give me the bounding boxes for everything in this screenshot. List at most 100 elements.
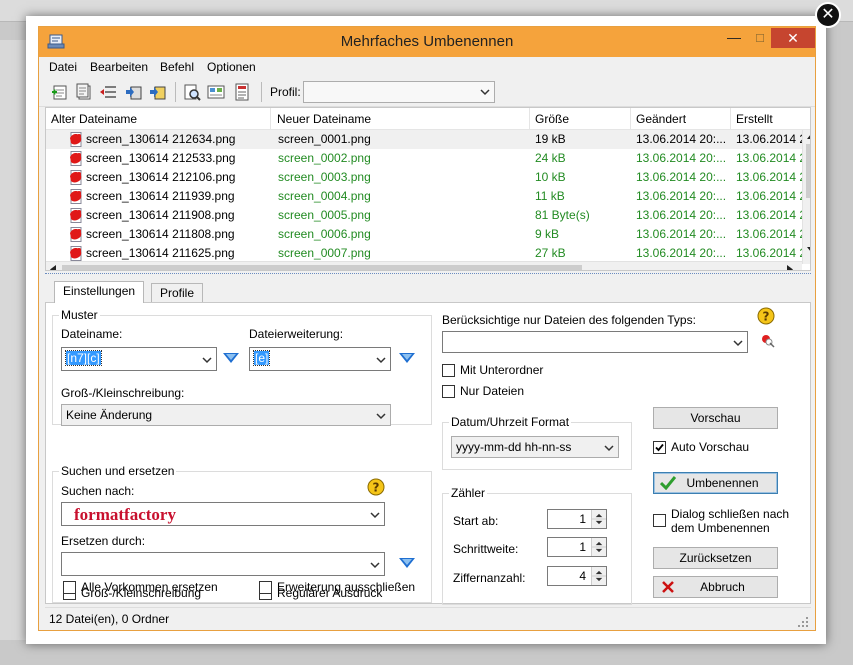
file-list[interactable]: Alter Dateiname Neuer Dateiname Größe Ge… — [45, 107, 811, 271]
start-stepper[interactable]: 1 — [547, 509, 607, 529]
stepper-arrows-icon[interactable] — [591, 510, 606, 528]
datetime-group: Datum/Uhrzeit Format yyyy-mm-dd hh-nn-ss — [442, 415, 632, 470]
filter-combo[interactable] — [442, 331, 748, 353]
table-row[interactable]: screen_130614 211808.png screen_0006.png 9… — [46, 225, 806, 244]
list-horizontal-scrollbar[interactable] — [46, 261, 802, 271]
column-size[interactable]: Größe — [530, 108, 631, 130]
case-value: Keine Änderung — [66, 408, 153, 422]
old-filename: screen_130614 212634.png — [86, 132, 236, 146]
chevron-down-icon[interactable] — [375, 354, 387, 366]
rename-window: Mehrfaches Umbenennen — ☐ ✕ Datei Bearbe… — [38, 26, 816, 631]
insert-replace-placeholder-icon[interactable] — [399, 558, 415, 568]
chevron-down-icon[interactable] — [603, 442, 615, 454]
digits-stepper[interactable]: 4 — [547, 566, 607, 586]
stepper-arrows-icon[interactable] — [591, 538, 606, 556]
exclude-extension-checkbox[interactable] — [259, 581, 272, 594]
files-only-checkbox[interactable] — [442, 385, 455, 398]
help-icon[interactable]: ? — [757, 307, 775, 325]
table-row[interactable]: screen_130614 211939.png screen_0004.png 1… — [46, 187, 806, 206]
menu-datei[interactable]: Datei — [49, 60, 77, 74]
auto-preview-checkbox[interactable] — [653, 441, 666, 454]
column-modified[interactable]: Geändert — [631, 108, 731, 130]
chevron-down-icon[interactable] — [201, 354, 213, 366]
preview-button[interactable]: Vorschau — [653, 407, 778, 429]
old-filename: screen_130614 211908.png — [86, 208, 235, 222]
minimize-button[interactable]: — — [721, 29, 747, 49]
list-vertical-scrollbar[interactable] — [802, 130, 811, 264]
file-created: 13.06.2014 2 — [736, 151, 806, 165]
move-down-icon[interactable] — [149, 83, 167, 101]
digits-label: Ziffernanzahl: — [453, 571, 526, 585]
scroll-left-icon[interactable] — [49, 265, 57, 271]
settings-tabs: Einstellungen Profile — [45, 281, 811, 303]
search-value: formatfactory — [74, 505, 176, 524]
preview-icon[interactable] — [183, 83, 201, 101]
file-type-icon[interactable] — [760, 333, 776, 349]
list-vertical-thumb[interactable] — [806, 144, 810, 198]
profile-label: Profil: — [270, 85, 301, 99]
rename-button[interactable]: Umbenennen — [653, 472, 778, 494]
menu-optionen[interactable]: Optionen — [207, 60, 256, 74]
table-row[interactable]: screen_130614 212533.png screen_0002.png 2… — [46, 149, 806, 168]
cancel-button[interactable]: Abbruch — [653, 576, 778, 598]
document-icon[interactable] — [233, 83, 251, 101]
chevron-down-icon[interactable] — [369, 509, 381, 521]
status-text: 12 Datei(en), 0 Ordner — [49, 612, 170, 626]
new-filename: screen_0004.png — [278, 189, 371, 203]
list-horizontal-thumb[interactable] — [62, 265, 582, 270]
step-stepper[interactable]: 1 — [547, 537, 607, 557]
table-row[interactable]: screen_130614 211908.png screen_0005.png 8… — [46, 206, 806, 225]
datetime-value: yyyy-mm-dd hh-nn-ss — [456, 440, 572, 454]
scroll-right-icon[interactable] — [786, 265, 794, 271]
dateiname-combo[interactable]: [n7][c] — [61, 347, 217, 371]
close-after-checkbox[interactable] — [653, 514, 666, 527]
case-select[interactable]: Keine Änderung — [61, 404, 391, 426]
chevron-down-icon[interactable] — [369, 559, 381, 571]
chevron-down-icon[interactable] — [732, 337, 744, 349]
muster-title: Muster — [59, 308, 100, 322]
column-new-name[interactable]: Neuer Dateiname — [272, 108, 530, 130]
column-created[interactable]: Erstellt — [731, 108, 810, 130]
search-combo[interactable]: formatfactory — [61, 502, 385, 526]
table-row[interactable]: screen_130614 212634.png screen_0001.png 1… — [46, 130, 806, 149]
table-row[interactable]: screen_130614 212106.png screen_0003.png 1… — [46, 168, 806, 187]
profile-select[interactable] — [303, 81, 495, 103]
maximize-button[interactable]: ☐ — [747, 29, 773, 49]
menu-bearbeiten[interactable]: Bearbeiten — [90, 60, 148, 74]
datetime-select[interactable]: yyyy-mm-dd hh-nn-ss — [451, 436, 619, 458]
file-modified: 13.06.2014 20:... — [636, 189, 727, 203]
erweiterung-combo[interactable]: [e] — [249, 347, 391, 371]
auto-preview-label: Auto Vorschau — [671, 440, 750, 454]
menu-befehl[interactable]: Befehl — [160, 60, 194, 74]
scroll-up-icon[interactable] — [806, 132, 811, 140]
close-button[interactable]: ✕ — [771, 28, 815, 48]
overlay-close-button[interactable]: ✕ — [815, 2, 841, 28]
datetime-title: Datum/Uhrzeit Format — [449, 415, 572, 429]
replace-combo[interactable] — [61, 552, 385, 576]
move-up-icon[interactable] — [125, 83, 143, 101]
replace-all-checkbox[interactable] — [63, 581, 76, 594]
title-bar[interactable]: Mehrfaches Umbenennen — ☐ ✕ — [39, 27, 815, 57]
resize-grip-icon[interactable] — [797, 616, 809, 628]
stepper-arrows-icon[interactable] — [591, 567, 606, 585]
tab-profile[interactable]: Profile — [151, 283, 204, 303]
chevron-down-icon[interactable] — [375, 410, 387, 422]
add-folder-icon[interactable] — [75, 83, 93, 101]
file-modified: 13.06.2014 20:... — [636, 227, 727, 241]
reset-button[interactable]: Zurücksetzen — [653, 547, 778, 569]
panel-splitter[interactable] — [45, 273, 811, 277]
remove-files-icon[interactable] — [99, 83, 117, 101]
help-icon[interactable]: ? — [367, 478, 385, 496]
add-files-icon[interactable] — [51, 83, 69, 101]
insert-extension-placeholder-icon[interactable] — [399, 353, 415, 363]
file-created: 13.06.2014 2 — [736, 208, 806, 222]
old-filename: screen_130614 211808.png — [86, 227, 235, 241]
insert-placeholder-icon[interactable] — [223, 353, 239, 363]
column-old-name[interactable]: Alter Dateiname — [46, 108, 271, 130]
scroll-down-icon[interactable] — [806, 246, 811, 254]
old-filename: screen_130614 211939.png — [86, 189, 235, 203]
digits-value: 4 — [579, 569, 586, 583]
tab-einstellungen[interactable]: Einstellungen — [54, 281, 145, 303]
subfolders-checkbox[interactable] — [442, 364, 455, 377]
image-list-icon[interactable] — [207, 83, 225, 101]
